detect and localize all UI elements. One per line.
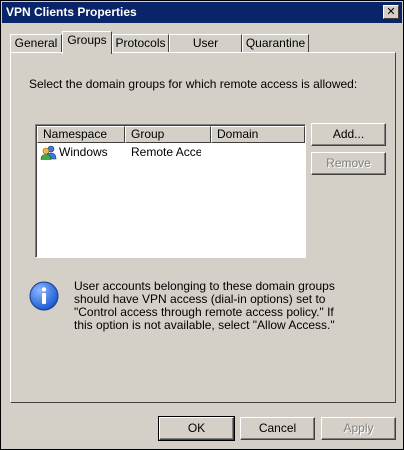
column-header-group[interactable]: Group: [125, 126, 211, 143]
user-group-icon: [40, 145, 57, 160]
tab-groups[interactable]: Groups: [62, 31, 112, 54]
tab-user-mapping[interactable]: User Mapping: [169, 34, 242, 66]
add-button[interactable]: Add...: [311, 123, 386, 146]
groups-list[interactable]: Namespace Group Domain Windows Remote Ac…: [35, 124, 306, 258]
tab-quarantine[interactable]: Quarantine: [242, 34, 309, 53]
cancel-button[interactable]: Cancel: [240, 417, 315, 440]
column-header-namespace[interactable]: Namespace: [37, 126, 125, 143]
ok-button[interactable]: OK: [158, 416, 235, 441]
groups-panel: Select the domain groups for which remot…: [10, 52, 396, 403]
info-message: User accounts belonging to these domain …: [74, 279, 335, 332]
tab-label: Groups: [67, 33, 107, 47]
tab-general[interactable]: General: [10, 34, 62, 53]
group-cell: Remote Acce: [131, 145, 201, 159]
tab-protocols[interactable]: Protocols: [112, 34, 169, 53]
close-icon: ✕: [386, 5, 396, 18]
info-icon: [29, 281, 59, 311]
title-bar[interactable]: VPN Clients Properties ✕: [2, 2, 402, 23]
tab-label: Protocols: [115, 36, 166, 50]
list-item[interactable]: Windows Remote Acce: [37, 144, 305, 160]
close-button[interactable]: ✕: [383, 5, 399, 19]
apply-button[interactable]: Apply: [321, 417, 396, 440]
list-header: Namespace Group Domain: [37, 126, 305, 143]
tab-label: Quarantine: [245, 36, 306, 50]
tab-label: General: [14, 36, 58, 50]
dialog-window: VPN Clients Properties ✕ General Groups …: [0, 0, 404, 450]
window-title: VPN Clients Properties: [6, 5, 137, 19]
instruction-text: Select the domain groups for which remot…: [29, 77, 358, 91]
column-header-domain[interactable]: Domain: [211, 126, 305, 143]
namespace-cell: Windows: [59, 145, 108, 159]
remove-button[interactable]: Remove: [311, 152, 386, 175]
